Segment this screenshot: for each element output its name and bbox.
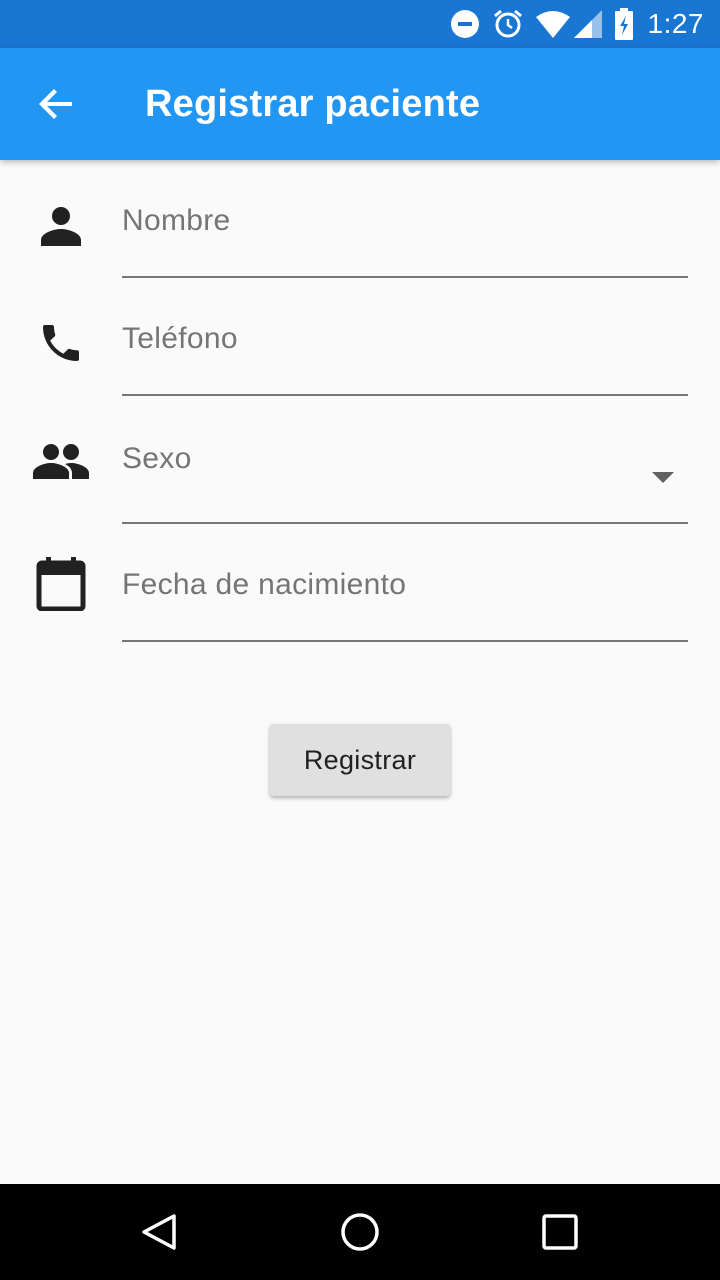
app-bar: Registrar paciente [0, 48, 720, 160]
status-bar: 1:27 [0, 0, 720, 48]
do-not-disturb-icon [450, 0, 480, 48]
alarm-icon [492, 0, 524, 48]
signal-icon [573, 0, 602, 48]
person-icon [32, 196, 90, 254]
phone-placeholder: Teléfono [122, 322, 238, 355]
back-button[interactable] [0, 48, 112, 160]
nav-recents-button[interactable] [512, 1184, 608, 1280]
people-icon [32, 432, 90, 490]
back-triangle-icon [142, 1214, 176, 1250]
register-button[interactable]: Registrar [270, 724, 450, 796]
recents-square-icon [542, 1214, 578, 1250]
wifi-icon [535, 0, 570, 48]
phone-input[interactable]: Teléfono [122, 314, 688, 396]
arrow-back-icon [39, 89, 72, 119]
screen: 1:27 Registrar paciente Nombre Teléfono … [0, 0, 720, 1280]
birthdate-input[interactable]: Fecha de nacimiento [122, 554, 688, 642]
nav-home-button[interactable] [312, 1184, 408, 1280]
home-circle-icon [341, 1213, 379, 1251]
battery-icon [614, 0, 634, 48]
calendar-icon [32, 554, 90, 612]
nav-back-button[interactable] [112, 1184, 208, 1280]
system-nav-bar [0, 1184, 720, 1280]
page-title: Registrar paciente [145, 82, 481, 125]
status-time: 1:27 [647, 8, 704, 39]
sex-placeholder: Sexo [122, 442, 192, 475]
sex-dropdown[interactable]: Sexo [122, 432, 688, 524]
name-input[interactable]: Nombre [122, 196, 688, 278]
phone-icon [32, 314, 90, 372]
name-placeholder: Nombre [122, 204, 231, 237]
birthdate-placeholder: Fecha de nacimiento [122, 568, 407, 601]
dropdown-arrow-icon [652, 472, 674, 483]
